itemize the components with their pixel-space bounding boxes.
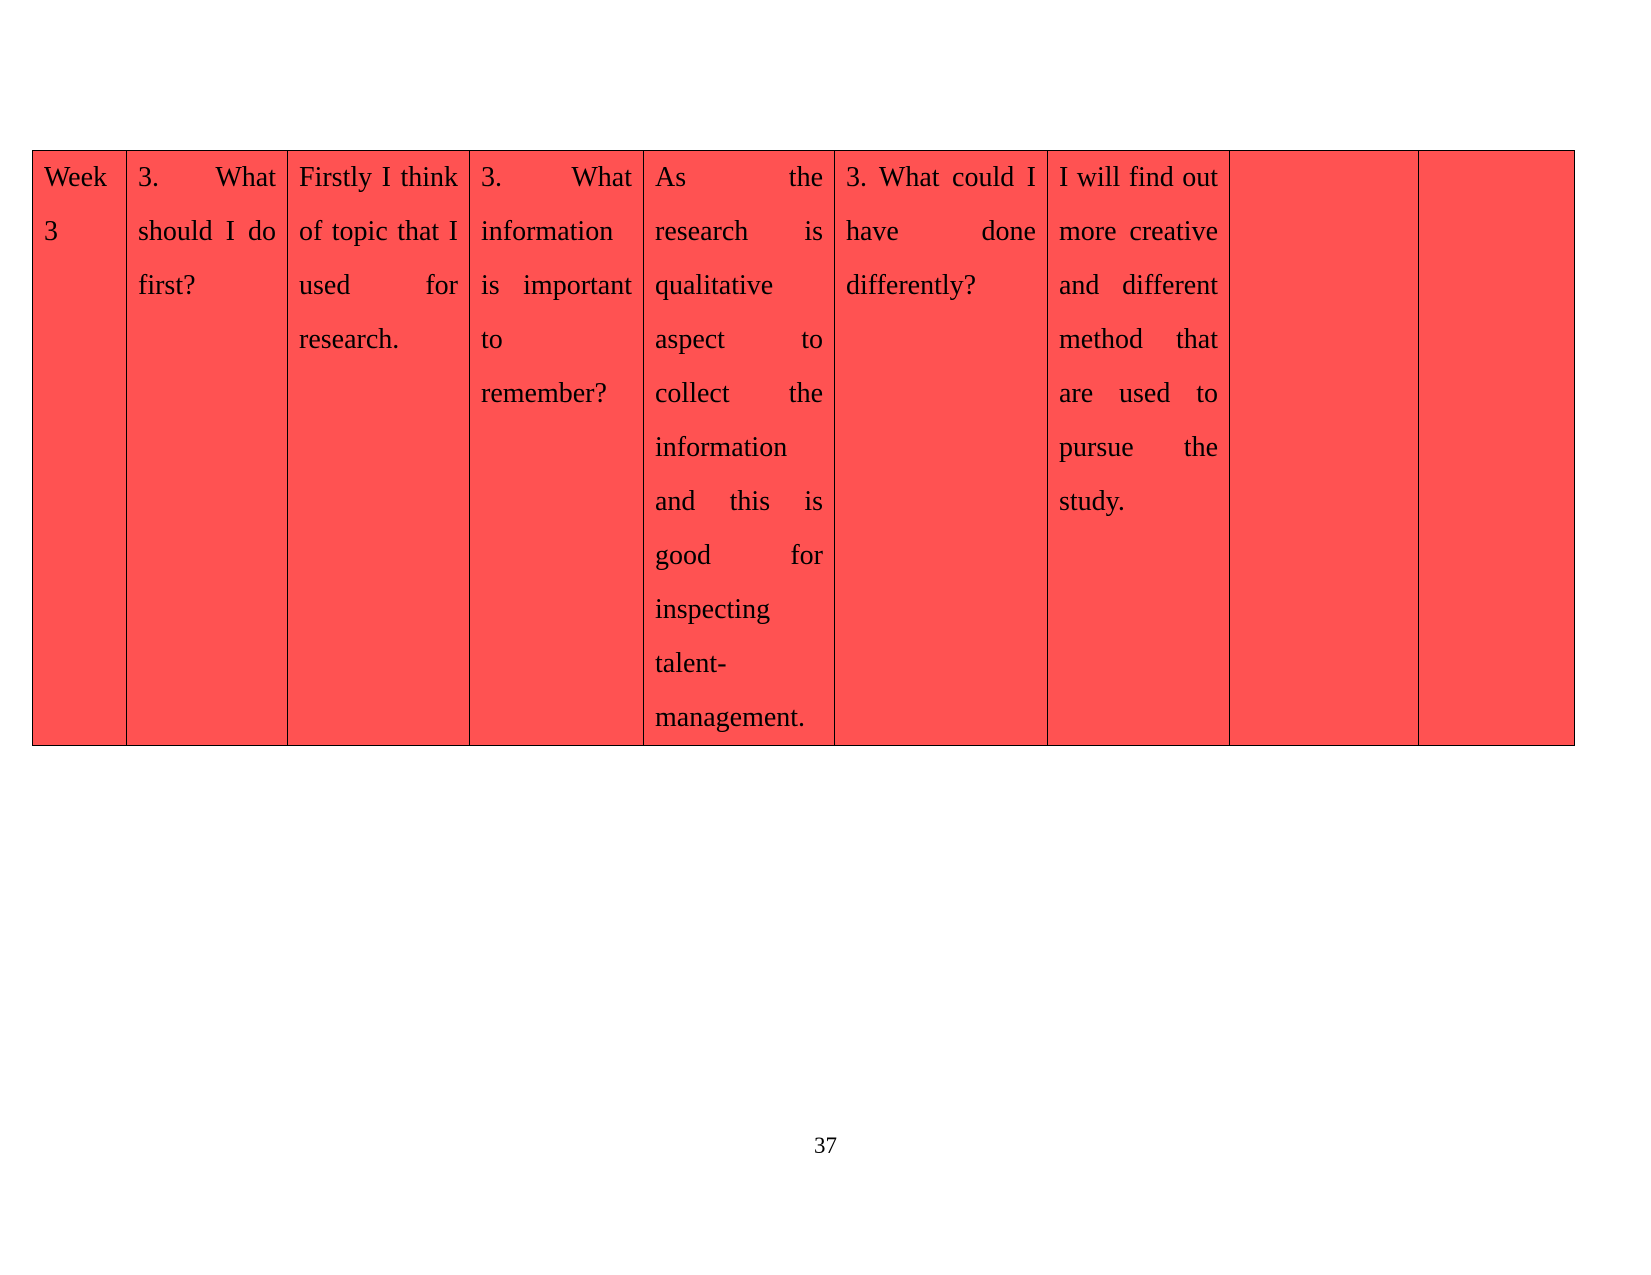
document-page: Week 3 3. What should I do first? Firstl… <box>0 0 1651 1275</box>
question-cell: 3. What could I have done differently? <box>834 150 1048 746</box>
cell-text: Firstly I think of topic that I used for… <box>299 162 458 355</box>
cell-text: 3. What should I do first? <box>138 162 276 301</box>
answer-cell: Firstly I think of topic that I used for… <box>287 150 470 746</box>
table-row: Week 3 3. What should I do first? Firstl… <box>32 150 1575 746</box>
question-cell: 3. What information is important to reme… <box>469 150 644 746</box>
cell-text: Week 3 <box>44 162 108 247</box>
question-cell: 3. What should I do first? <box>126 150 288 746</box>
cell-text: As the research is qualitative aspect to… <box>655 162 823 733</box>
empty-cell <box>1418 150 1575 746</box>
page-number: 37 <box>814 1133 837 1158</box>
answer-cell: As the research is qualitative aspect to… <box>643 150 835 746</box>
cell-text: I will find out more creative and differ… <box>1059 162 1218 517</box>
answer-cell: I will find out more creative and differ… <box>1047 150 1230 746</box>
week-cell: Week 3 <box>32 150 127 746</box>
empty-cell <box>1229 150 1419 746</box>
cell-text: 3. What information is important to reme… <box>481 162 632 409</box>
cell-text: 3. What could I have done differently? <box>846 162 1036 301</box>
reflection-table: Week 3 3. What should I do first? Firstl… <box>32 150 1575 746</box>
